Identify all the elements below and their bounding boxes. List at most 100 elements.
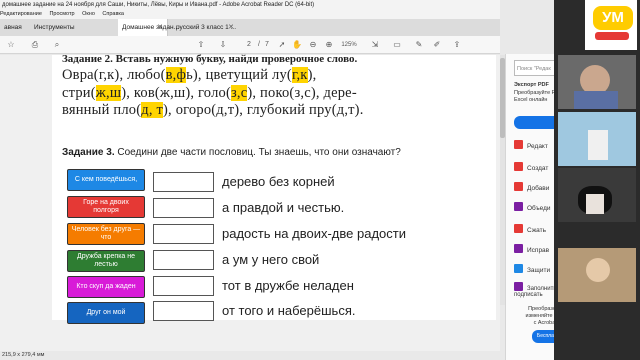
school-logo: УМ [585,0,637,50]
zoom-out-icon[interactable]: ⊖ [308,39,318,51]
page-size-status: 215,9 x 279,4 мм [0,351,500,360]
cursor-icon[interactable]: ➚ [277,39,287,51]
search-icon[interactable]: ⌕ [52,39,62,51]
answer-box[interactable] [153,250,214,270]
highlighted-answer: ж,ш [95,85,122,101]
proverb-start-3[interactable]: Человек без друга — что [67,223,145,245]
close-icon[interactable]: ✕ [157,19,163,36]
proverb-start-2[interactable]: Горе на двоих полгоря [67,196,145,218]
menu-help[interactable]: Справка [102,11,124,17]
participant-shape [586,194,604,214]
exercise-text: ), огоро(д,т), глубокий пру(д,т). [163,102,364,118]
compress-pdf-icon [514,224,523,233]
export-subtitle-2: Excel онлайн [514,97,548,103]
page-separator: / [258,41,260,48]
logo-mark: УМ [593,6,633,30]
pdf-page: Задание 2. Вставь нужную букву, найди пр… [52,53,496,324]
print-icon[interactable]: ⎙ [30,39,40,51]
menu-window[interactable]: Окно [82,11,95,17]
exercise-line-1: Овра(г,к), любо(в,фь), цветущий лу(г,к), [62,67,316,84]
tab-tools[interactable]: Инструменты [30,19,92,36]
menu-edit[interactable]: Редактирование [0,11,42,17]
task3-label: Задание 3. [62,147,115,158]
participant-video[interactable] [558,248,636,302]
proverb-end-5: тот в дружбе неладен [222,278,354,293]
tab-home[interactable]: авная [0,19,30,36]
page-down-icon[interactable]: ⇩ [218,39,228,51]
exercise-line-3: вянный пло(д, т), огоро(д,т), глубокий п… [62,102,364,119]
participant-video[interactable] [558,112,636,166]
window-title: домашнее задание на 24 ноября для Саши, … [0,0,500,10]
page-number-input[interactable]: 2 [242,39,256,51]
task3-text: Соедини две части пословиц. Ты знаешь, ч… [114,147,401,158]
answer-box[interactable] [153,198,214,218]
tab-document-2[interactable]: русский 3 класс 1 ... ✕ [172,19,238,36]
logo-stripe [595,32,629,40]
task2-heading: Задание 2. Вставь нужную букву, найди пр… [62,53,358,65]
zoom-level[interactable]: 125% [340,39,358,51]
edit-pdf-icon [514,140,523,149]
participant-shape [588,130,608,160]
participant-face [586,258,610,282]
answer-box[interactable] [153,172,214,192]
fit-page-icon[interactable]: ⇲ [370,39,380,51]
proverb-start-6[interactable]: Друг он мой [67,302,145,324]
tab-document-1[interactable]: Домашнее задан... ✕ [118,19,179,36]
exercise-text: ь), цветущий лу( [186,67,292,83]
bookmark-icon[interactable]: ☆ [6,39,16,51]
document-area[interactable]: Задание 2. Вставь нужную букву, найди пр… [0,53,500,351]
highlighted-answer: д, т [141,102,164,118]
tab-bar: авная Инструменты Домашнее задан... ✕ ру… [0,19,500,36]
highlight-icon[interactable]: ✐ [432,39,442,51]
tool-label: Защити [527,267,551,274]
exercise-text: стри( [62,85,96,101]
proverb-end-2: а правдой и честью. [222,200,345,215]
proverb-end-6: от того и наберёшься. [222,303,356,318]
comment-icon[interactable]: ▭ [392,39,402,51]
proverb-end-1: дерево без корней [222,174,335,189]
protect-icon [514,264,523,273]
exercise-text: ), ков(ж,ш), голо( [121,85,231,101]
exercise-line-2: стри(ж,ш), ков(ж,ш), голо(з,с), поко(з,с… [62,85,357,102]
hand-icon[interactable]: ✋ [292,39,302,51]
fill-sign-icon [514,282,523,291]
answer-box[interactable] [153,224,214,244]
answer-box[interactable] [153,301,214,321]
proverb-start-4[interactable]: Дружба крепка не лестью [67,250,145,272]
menu-bar: Редактирование Просмотр Окно Справка [0,10,500,19]
proverb-start-5[interactable]: Кто скуп да жаден [67,276,145,298]
page-up-icon[interactable]: ⇧ [196,39,206,51]
organize-pages-icon [514,244,523,253]
zoom-in-icon[interactable]: ⊕ [324,39,334,51]
share-icon[interactable]: ⇪ [452,39,462,51]
tool-label: Исправ [527,247,550,254]
menu-view[interactable]: Просмотр [49,11,74,17]
export-title: Экспорт PDF [514,82,549,88]
tool-label: Создат [527,165,549,172]
page-total: 7 [265,41,269,48]
participant-shirt [574,91,618,109]
participant-video[interactable] [558,55,636,109]
tool-label: Объеди [527,205,551,212]
tool-label: Сжать [527,227,547,234]
proverb-end-3: радость на двоих-две радости [222,226,406,241]
highlighted-answer: г,к [291,67,308,83]
exercise-text: вянный пло( [62,102,142,118]
exercise-text: ), поко(з,с), дере- [247,85,357,101]
close-icon[interactable]: ✕ [228,19,234,36]
tool-label: Редакт [527,143,548,150]
proverb-start-1[interactable]: С кем поведёшься, [67,169,145,191]
highlighted-answer: з,с [230,85,248,101]
tool-label: Добави [527,185,550,192]
tab-document-1-label: Домашнее задан... [122,24,180,31]
exercise-text: ), [307,67,317,83]
exercise-text: Овра(г,к), любо( [62,67,166,83]
proverb-end-4: а ум у него свой [222,252,320,267]
create-pdf-icon [514,162,523,171]
pen-icon[interactable]: ✎ [414,39,424,51]
video-participants-column [554,0,640,360]
participant-video[interactable] [558,168,636,222]
tab-document-2-label: русский 3 класс 1 ... [176,24,237,31]
task3-heading: Задание 3. Соедини две части пословиц. Т… [62,147,401,158]
answer-box[interactable] [153,276,214,296]
